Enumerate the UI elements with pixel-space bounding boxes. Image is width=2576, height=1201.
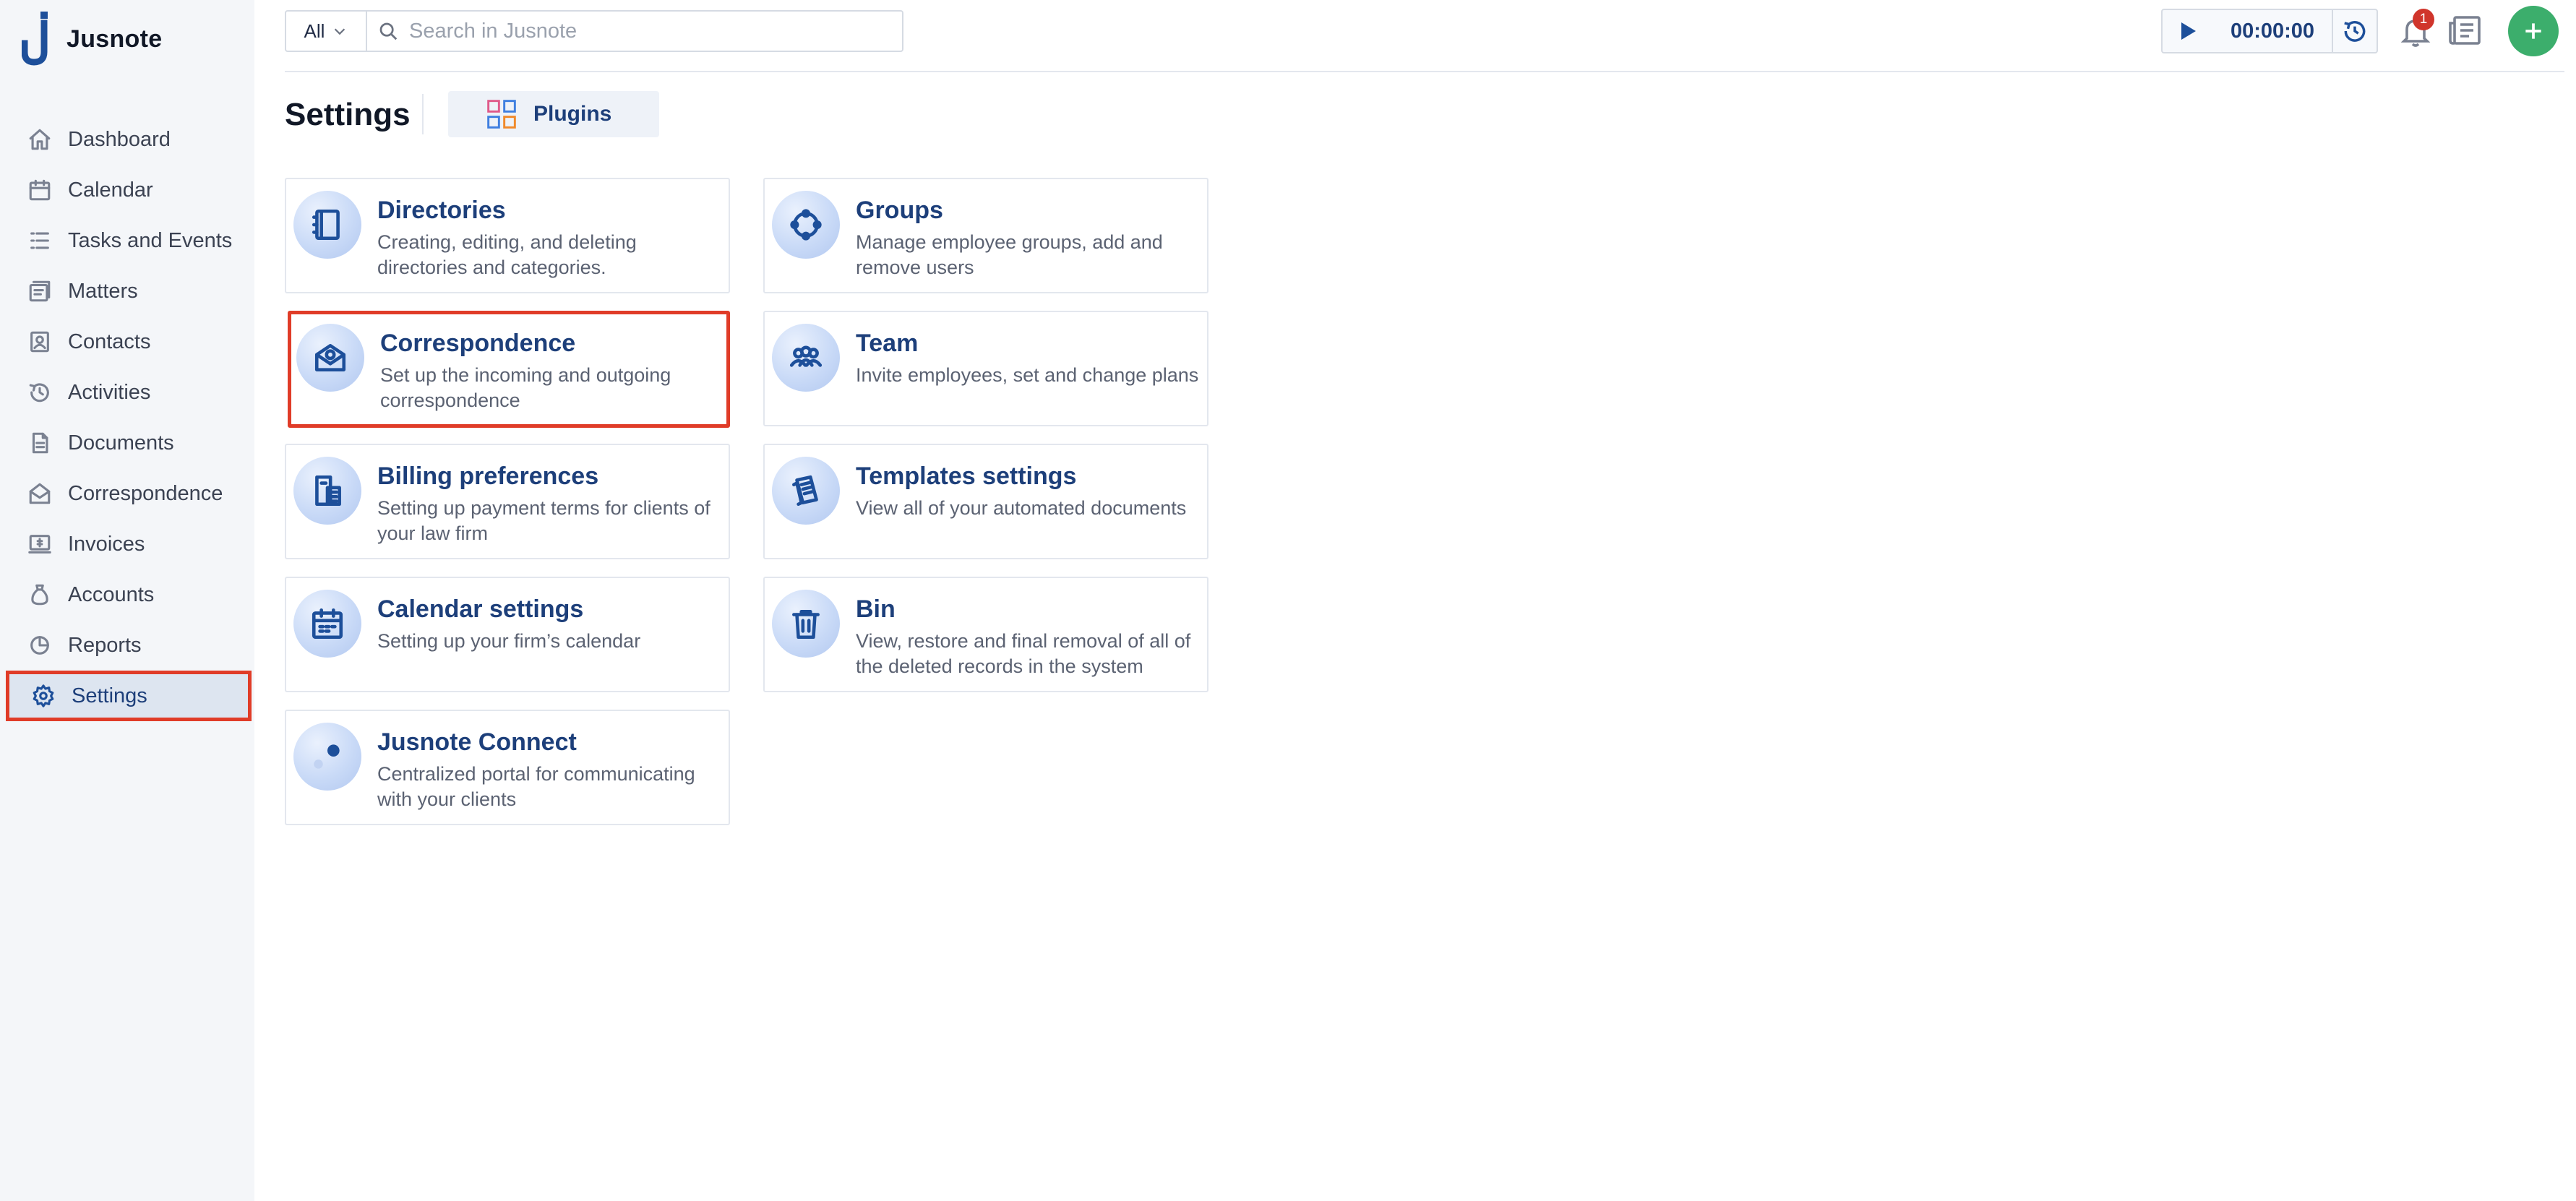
sidebar-item-label: Tasks and Events [68, 228, 233, 252]
topbar-divider [285, 71, 2564, 72]
reports-icon [26, 632, 53, 659]
settings-card-templates-settings[interactable]: Templates settings View all of your auto… [763, 444, 1208, 559]
book-icon [293, 191, 361, 259]
sidebar: Jusnote Dashboard Calendar Tasks and Eve… [0, 0, 254, 1201]
settings-card-correspondence[interactable]: Correspondence Set up the incoming and o… [288, 311, 730, 428]
card-title: Templates settings [856, 462, 1077, 490]
card-title: Groups [856, 197, 943, 224]
card-description: Invite employees, set and change plans [856, 364, 1199, 386]
topbar: All 00:00:00 1 [0, 0, 2576, 72]
settings-card-bin[interactable]: Bin View, restore and final removal of a… [763, 577, 1208, 692]
card-title: Directories [377, 197, 506, 224]
sidebar-item-settings[interactable]: Settings [6, 671, 252, 721]
card-description: Set up the incoming and outgoing corresp… [380, 364, 671, 411]
sidebar-item-contacts[interactable]: Contacts [0, 317, 254, 367]
history-icon [2344, 20, 2366, 42]
sidebar-item-correspondence[interactable]: Correspondence [0, 468, 254, 519]
sidebar-item-label: Correspondence [68, 481, 223, 505]
settings-card-jusnote-connect[interactable]: Jusnote Connect Centralized portal for c… [285, 710, 730, 825]
settings-card-directories[interactable]: Directories Creating, editing, and delet… [285, 178, 730, 293]
title-divider [422, 94, 424, 134]
card-title: Billing preferences [377, 462, 599, 490]
gear-icon [30, 682, 57, 710]
search-input[interactable] [399, 12, 902, 51]
settings-card-billing-preferences[interactable]: Billing preferences Setting up payment t… [285, 444, 730, 559]
sidebar-item-tasks-and-events[interactable]: Tasks and Events [0, 215, 254, 266]
card-description: Setting up payment terms for clients of … [377, 497, 710, 544]
page-title: Settings [285, 97, 411, 132]
plugins-label: Plugins [533, 102, 612, 126]
card-title: Bin [856, 595, 896, 623]
sidebar-item-label: Invoices [68, 532, 145, 556]
sidebar-item-matters[interactable]: Matters [0, 266, 254, 317]
search-bar: All [285, 10, 903, 52]
sidebar-item-label: Dashboard [68, 127, 171, 151]
timer-display: 00:00:00 [2230, 19, 2315, 43]
team-icon [772, 324, 840, 392]
sidebar-nav: Dashboard Calendar Tasks and Events Matt… [0, 114, 254, 721]
activities-icon [26, 379, 53, 406]
plus-icon [2525, 23, 2541, 39]
search-scope-value: All [304, 20, 325, 42]
plugins-icon [487, 100, 516, 129]
sidebar-item-invoices[interactable]: Invoices [0, 519, 254, 569]
contacts-icon [26, 328, 53, 356]
card-title: Jusnote Connect [377, 728, 577, 756]
card-description: Manage employee groups, add and remove u… [856, 231, 1163, 278]
card-title: Calendar settings [377, 595, 584, 623]
sidebar-item-label: Settings [72, 684, 147, 707]
sidebar-item-activities[interactable]: Activities [0, 367, 254, 418]
sidebar-item-label: Accounts [68, 582, 155, 606]
sidebar-item-label: Documents [68, 431, 174, 455]
card-description: View all of your automated documents [856, 497, 1187, 519]
timer-history-button[interactable] [2332, 10, 2377, 52]
sidebar-item-documents[interactable]: Documents [0, 418, 254, 468]
settings-card-team[interactable]: Team Invite employees, set and change pl… [763, 311, 1208, 426]
sidebar-item-label: Contacts [68, 330, 151, 353]
trash-icon [772, 590, 840, 658]
settings-card-groups[interactable]: Groups Manage employee groups, add and r… [763, 178, 1208, 293]
notification-badge: 1 [2413, 9, 2434, 30]
groups-icon [772, 191, 840, 259]
plugins-button[interactable]: Plugins [448, 91, 659, 137]
calendar-icon [293, 590, 361, 658]
accounts-icon [26, 581, 53, 608]
chevron-down-icon [335, 28, 345, 35]
timer-widget: 00:00:00 [2161, 9, 2378, 53]
add-button[interactable] [2508, 6, 2559, 56]
tasks-icon [26, 227, 53, 254]
matters-icon [26, 277, 53, 305]
card-title: Team [856, 330, 919, 357]
connect-icon [293, 723, 361, 791]
sidebar-item-label: Calendar [68, 178, 153, 202]
card-description: Creating, editing, and deleting director… [377, 231, 637, 278]
search-scope-dropdown[interactable]: All [286, 12, 367, 51]
timer-play-button[interactable] [2163, 10, 2213, 52]
documents-icon [26, 429, 53, 457]
mail-icon [296, 324, 364, 392]
card-description: Setting up your firm’s calendar [377, 630, 641, 652]
correspondence-icon [26, 480, 53, 507]
templates-icon [772, 457, 840, 525]
sidebar-item-label: Activities [68, 380, 151, 404]
card-title: Correspondence [380, 330, 576, 357]
card-description: View, restore and final removal of all o… [856, 630, 1191, 677]
billing-icon [293, 457, 361, 525]
calendar-icon [26, 176, 53, 204]
home-icon [26, 126, 53, 153]
invoices-icon [26, 530, 53, 558]
search-icon [379, 22, 398, 40]
sidebar-item-label: Reports [68, 633, 142, 657]
sidebar-item-calendar[interactable]: Calendar [0, 165, 254, 215]
news-icon[interactable] [2447, 14, 2482, 46]
sidebar-item-dashboard[interactable]: Dashboard [0, 114, 254, 165]
sidebar-item-reports[interactable]: Reports [0, 620, 254, 671]
sidebar-item-accounts[interactable]: Accounts [0, 569, 254, 620]
settings-card-calendar-settings[interactable]: Calendar settings Setting up your firm’s… [285, 577, 730, 692]
play-icon [2181, 22, 2196, 40]
sidebar-item-label: Matters [68, 279, 138, 303]
card-description: Centralized portal for communicating wit… [377, 763, 695, 810]
